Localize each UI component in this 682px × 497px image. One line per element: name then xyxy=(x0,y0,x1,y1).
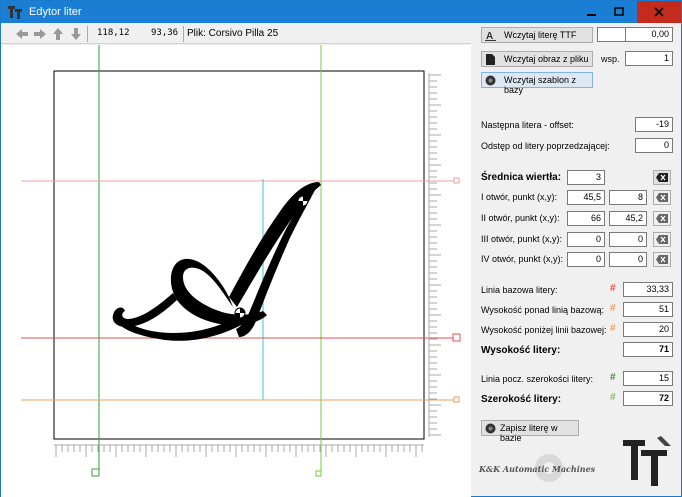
load-template-button[interactable]: Wczytaj szablon z bazy xyxy=(481,72,593,95)
hole-4-y-input[interactable]: 0 xyxy=(609,252,647,267)
above-input[interactable]: 51 xyxy=(623,302,673,317)
save-letter-button[interactable]: Zapisz literę w bazie xyxy=(481,420,579,443)
title-bar: Edytor liter xyxy=(1,1,681,23)
wsp-input[interactable]: 1 xyxy=(625,51,673,66)
backspace-icon xyxy=(656,193,668,202)
close-button[interactable] xyxy=(637,1,681,23)
letter-glyph xyxy=(112,182,321,341)
database-icon xyxy=(485,423,496,434)
tt-logo-icon xyxy=(623,436,671,486)
font-icon: A xyxy=(485,31,496,41)
clear-hole-2-button[interactable] xyxy=(653,211,671,226)
clear-hole-1-button[interactable] xyxy=(653,190,671,205)
hole-3-y-input[interactable]: 0 xyxy=(609,232,647,247)
hole-2-label: II otwór, punkt (x,y): xyxy=(481,213,560,223)
backspace-icon xyxy=(656,255,668,264)
close-icon xyxy=(654,7,664,17)
maximize-button[interactable] xyxy=(602,1,636,23)
height-label: Wysokość litery: xyxy=(481,345,561,356)
toolbar-separator xyxy=(183,26,184,42)
bottom-line-handle[interactable] xyxy=(453,396,460,403)
editor-window: Edytor liter 118,12 93,36 Plik: Corsivo … xyxy=(0,0,682,497)
width-label: Szerokość litery: xyxy=(481,394,562,405)
below-label: Wysokość poniżej linii bazowej: xyxy=(481,325,607,335)
svg-text:A: A xyxy=(486,31,493,41)
width-start-handle[interactable] xyxy=(91,468,100,477)
toolbar: 118,12 93,36 Plik: Corsivo Pilla 25 xyxy=(1,24,471,44)
clear-hole-4-button[interactable] xyxy=(653,252,671,267)
baseline-input[interactable]: 33,33 xyxy=(623,282,673,297)
minimize-icon xyxy=(586,14,596,16)
top-line-handle[interactable] xyxy=(453,177,460,184)
drill-marker-1[interactable] xyxy=(297,195,309,207)
arrow-right-icon[interactable] xyxy=(33,27,47,41)
below-input[interactable]: 20 xyxy=(623,322,673,337)
backspace-icon xyxy=(656,214,668,223)
hole-3-label: III otwór, punkt (x,y): xyxy=(481,234,563,244)
baseline-color-marker: # xyxy=(610,283,616,294)
width-start-label: Linia pocz. szerokości litery: xyxy=(481,374,594,384)
spacing-label: Odstęp od litery poprzedzającej: xyxy=(481,141,610,151)
drill-input[interactable]: 3 xyxy=(567,170,605,185)
next-offset-input[interactable]: -19 xyxy=(635,117,673,132)
hole-2-x-input[interactable]: 66 xyxy=(567,211,605,226)
width-start-color-marker: # xyxy=(610,372,616,383)
file-icon xyxy=(486,54,495,65)
file-label: Plik: Corsivo Pilla 25 xyxy=(187,28,279,39)
baseline-label: Linia bazowa litery: xyxy=(481,285,558,295)
clear-hole-3-button[interactable] xyxy=(653,232,671,247)
hole-1-x-input[interactable]: 45,5 xyxy=(567,190,605,205)
backspace-icon xyxy=(656,173,668,182)
vertical-ruler xyxy=(428,73,441,437)
toolbar-separator xyxy=(87,26,88,42)
height-input[interactable]: 71 xyxy=(623,342,673,357)
hole-1-label: I otwór, punkt (x,y): xyxy=(481,192,558,202)
ttf-size-input[interactable]: 0,00 xyxy=(625,27,673,42)
above-color-marker: # xyxy=(610,303,616,314)
wsp-label: wsp. xyxy=(601,54,620,64)
width-end-handle[interactable] xyxy=(315,470,322,477)
load-ttf-button[interactable]: A Wczytaj literę TTF xyxy=(481,27,593,43)
company-logo: K&K Automatic Machines xyxy=(479,452,605,488)
arrow-up-icon[interactable] xyxy=(51,27,65,41)
hole-3-x-input[interactable]: 0 xyxy=(567,232,605,247)
properties-panel: A Wczytaj literę TTF 0,00 Wczytaj obraz … xyxy=(471,24,682,497)
arrow-left-icon[interactable] xyxy=(15,27,29,41)
baseline-handle[interactable] xyxy=(452,333,461,342)
below-color-marker: # xyxy=(610,323,616,334)
clear-drill-button[interactable] xyxy=(653,170,671,185)
hole-4-x-input[interactable]: 0 xyxy=(567,252,605,267)
coord-y: 93,36 xyxy=(151,28,179,38)
hole-2-y-input[interactable]: 45,2 xyxy=(609,211,647,226)
coord-x: 118,12 xyxy=(97,28,130,38)
letter-frame xyxy=(53,70,425,440)
drill-label: Średnica wiertła: xyxy=(481,172,562,183)
horizontal-ruler xyxy=(54,444,424,457)
width-start-input[interactable]: 15 xyxy=(623,371,673,386)
above-label: Wysokość ponad linią bazową: xyxy=(481,305,604,315)
drawing-canvas[interactable] xyxy=(1,45,471,497)
maximize-icon xyxy=(614,7,624,16)
width-color-marker: # xyxy=(610,392,616,403)
load-image-button[interactable]: Wczytaj obraz z pliku xyxy=(481,51,593,67)
backspace-icon xyxy=(656,235,668,244)
arrow-down-icon[interactable] xyxy=(69,27,83,41)
drill-marker-2[interactable] xyxy=(234,307,246,319)
hole-1-y-input[interactable]: 8 xyxy=(609,190,647,205)
database-icon xyxy=(485,75,496,86)
window-title: Edytor liter xyxy=(29,6,82,18)
spacing-input[interactable]: 0 xyxy=(635,138,673,153)
next-offset-label: Następna litera - offset: xyxy=(481,120,574,130)
app-icon xyxy=(8,6,22,19)
hole-4-label: IV otwór, punkt (x,y): xyxy=(481,254,564,264)
width-input[interactable]: 72 xyxy=(623,391,673,406)
